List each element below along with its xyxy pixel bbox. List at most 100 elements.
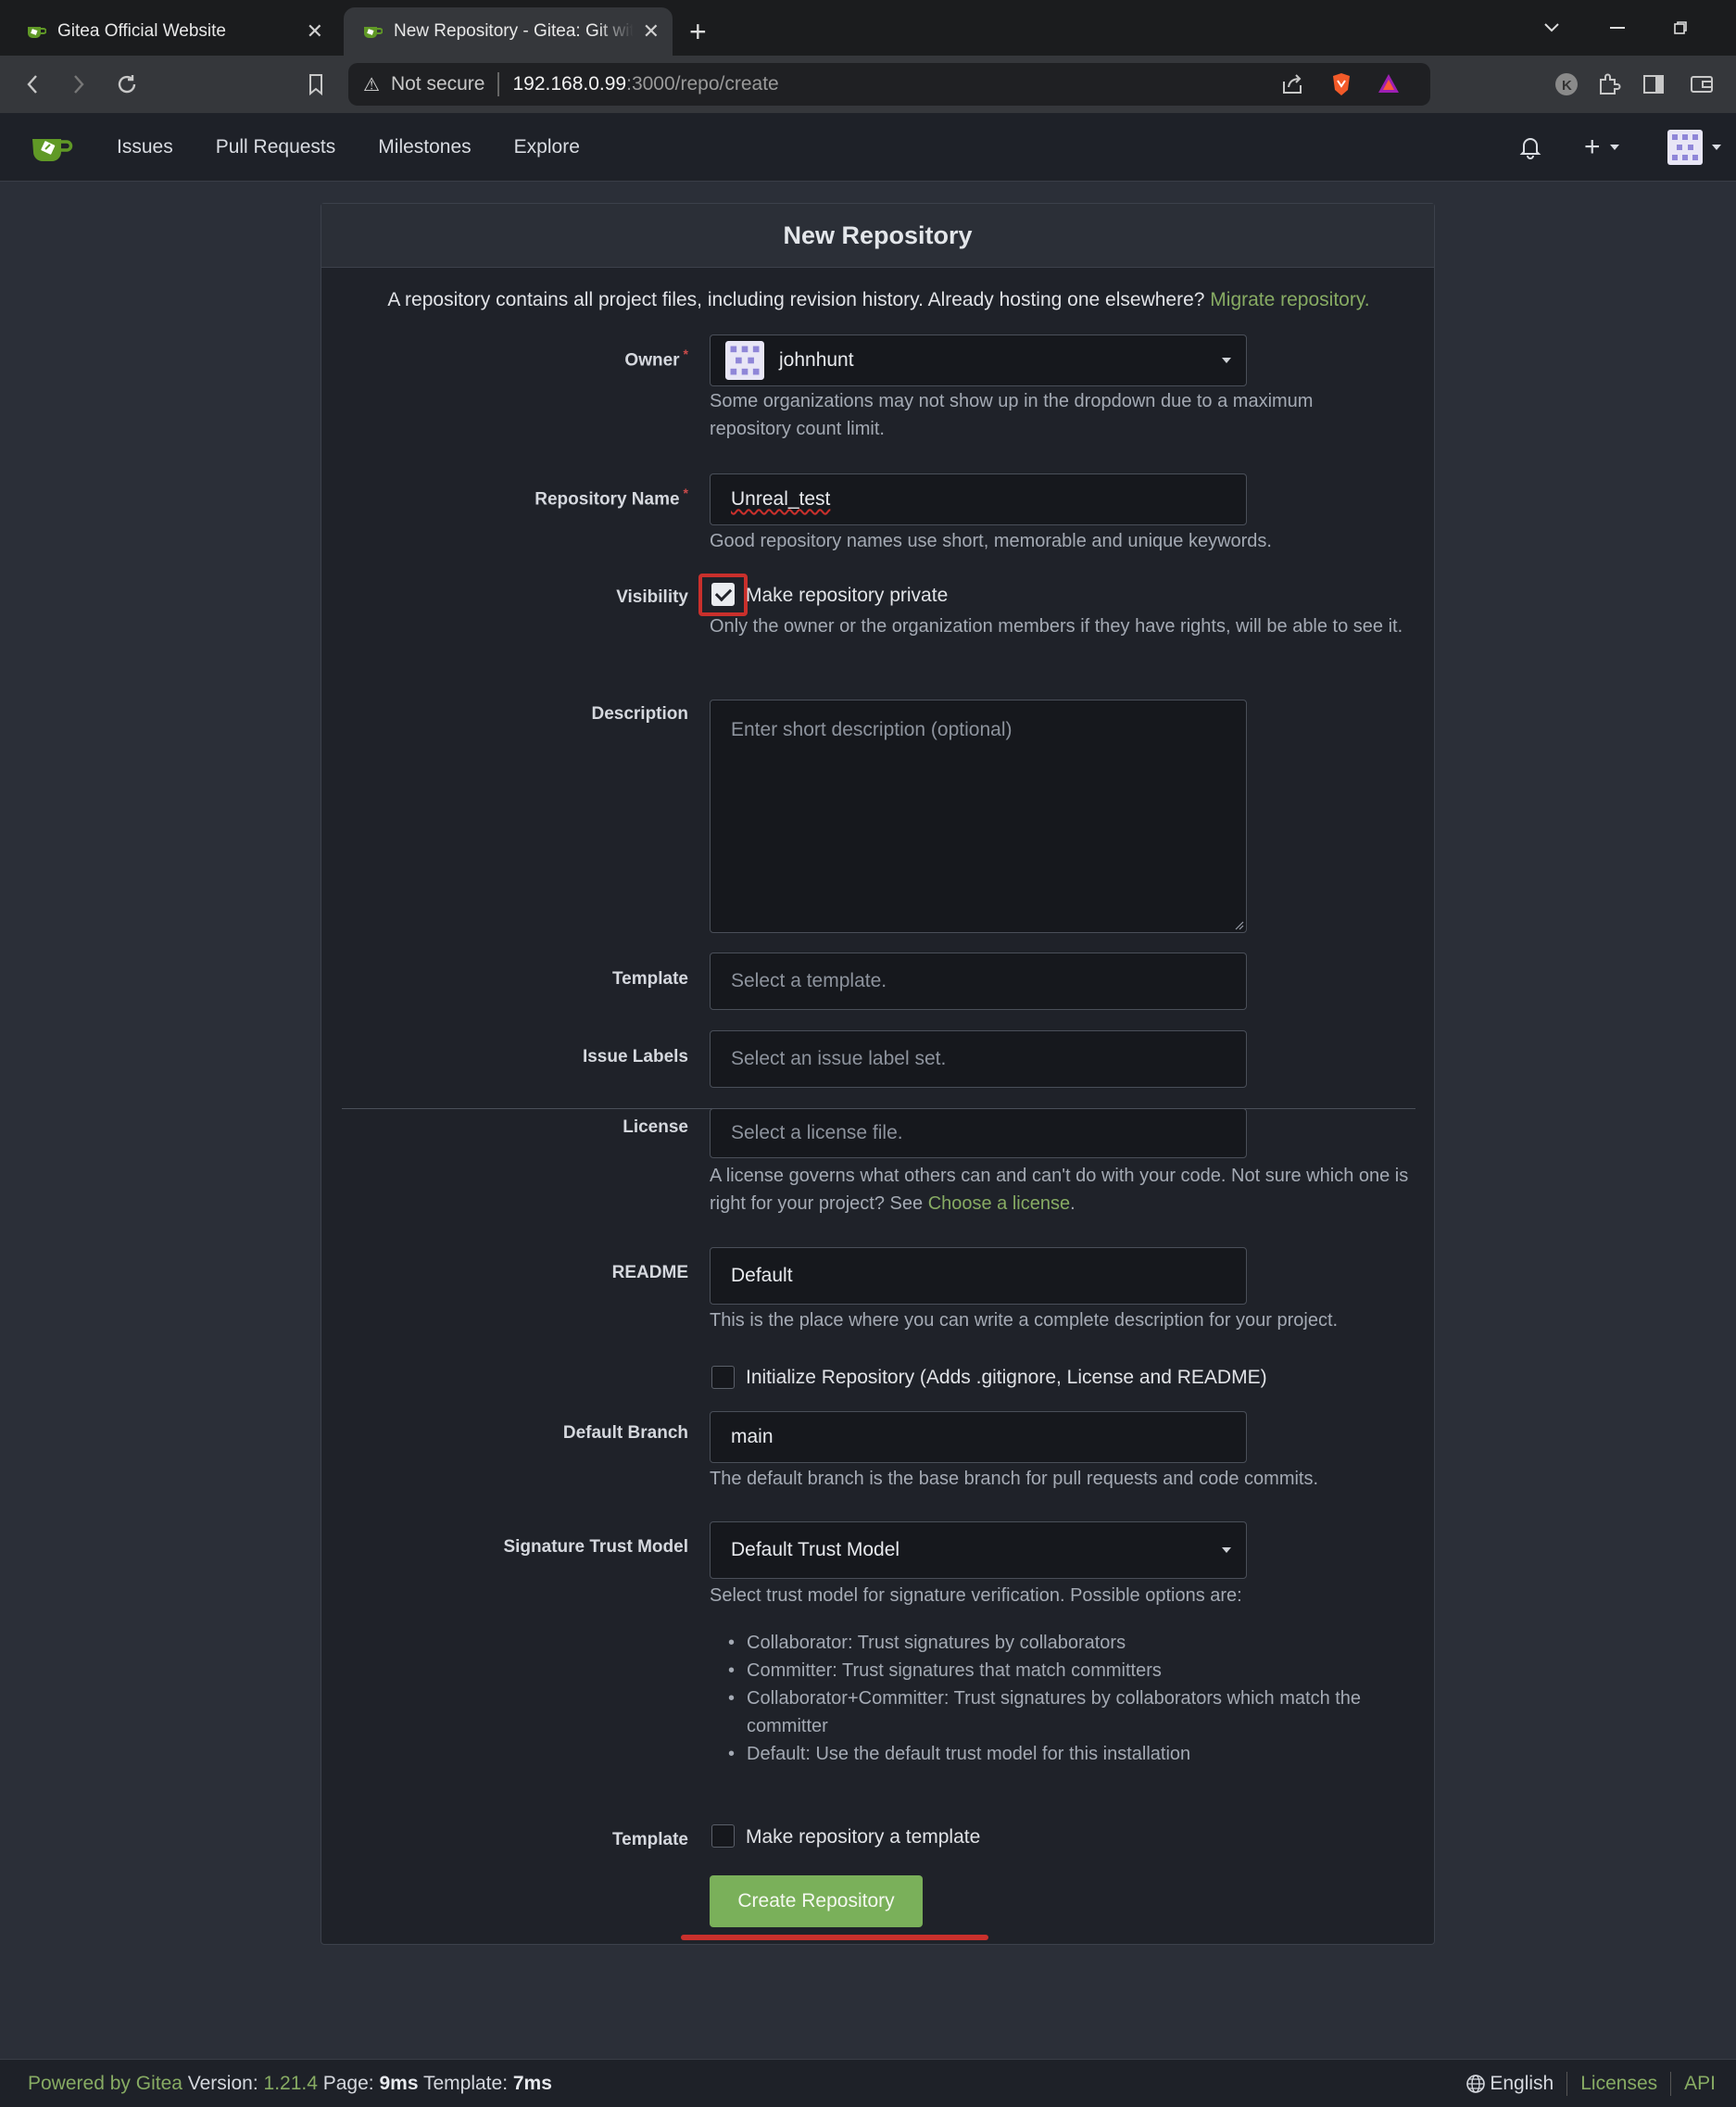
description-label: Description — [591, 704, 688, 724]
close-icon[interactable]: ✕ — [307, 19, 323, 44]
footer-links: English Licenses API — [1466, 2071, 1716, 2096]
repo-name-input[interactable]: Unreal_test — [710, 473, 1247, 525]
divider — [1566, 2071, 1568, 2096]
wallet-icon[interactable] — [1686, 56, 1717, 113]
avatar — [1667, 130, 1703, 165]
template-time: 7ms — [512, 2072, 552, 2094]
private-checkbox-label[interactable]: Make repository private — [746, 585, 948, 607]
minimize-icon[interactable] — [1610, 0, 1625, 56]
extensions-icon[interactable] — [1595, 56, 1623, 113]
readme-value: Default — [731, 1265, 793, 1286]
back-icon[interactable] — [19, 56, 46, 113]
divider — [1670, 2071, 1672, 2096]
gitea-logo-icon[interactable] — [30, 132, 74, 165]
top-navigation: Issues Pull Requests Milestones Explore — [117, 113, 623, 182]
init-repo-checkbox-label[interactable]: Initialize Repository (Adds .gitignore, … — [746, 1367, 1267, 1389]
make-template-checkbox[interactable] — [711, 1824, 735, 1848]
owner-label-text: Owner — [624, 350, 680, 371]
security-label[interactable]: Not secure — [391, 73, 485, 95]
license-help: A license governs what others can and ca… — [710, 1162, 1414, 1218]
page-time: 9ms — [379, 2072, 419, 2094]
language-selector[interactable]: English — [1490, 2073, 1554, 2095]
profile-k-icon[interactable]: K — [1553, 56, 1580, 113]
browser-tab-bar: Gitea Official Website ✕ New Repository … — [0, 0, 1736, 56]
version-link[interactable]: 1.21.4 — [264, 2073, 318, 2094]
default-branch-input[interactable]: main — [710, 1411, 1247, 1463]
licenses-link[interactable]: Licenses — [1580, 2073, 1657, 2095]
caret-down-icon — [1222, 1547, 1231, 1553]
template-dropdown[interactable]: Select a template. — [710, 953, 1247, 1010]
footer: Powered by Gitea Version: 1.21.4 Page: 9… — [0, 2059, 1736, 2107]
api-link[interactable]: API — [1684, 2073, 1716, 2095]
divider — [497, 72, 500, 96]
forward-icon[interactable] — [65, 56, 93, 113]
new-tab-button[interactable]: + — [689, 7, 707, 56]
gitea-favicon-icon — [28, 27, 46, 38]
owner-dropdown[interactable]: johnhunt — [710, 334, 1247, 386]
gitea-favicon-icon — [364, 27, 383, 38]
sidebar-icon[interactable] — [1640, 56, 1667, 113]
trust-model-options-list: Collaborator: Trust signatures by collab… — [728, 1629, 1414, 1768]
create-repository-button[interactable]: Create Repository — [710, 1875, 923, 1927]
trust-model-dropdown[interactable]: Default Trust Model — [710, 1521, 1247, 1579]
choose-license-link[interactable]: Choose a license — [928, 1193, 1070, 1214]
tab-title: New Repository - Gitea: Git with a cup o… — [394, 21, 634, 41]
repo-name-value: Unreal_test — [731, 488, 831, 510]
list-item: Default: Use the default trust model for… — [728, 1740, 1414, 1768]
owner-avatar — [725, 341, 764, 380]
template-label: Template — [611, 969, 688, 989]
list-item: Collaborator+Committer: Trust signatures… — [728, 1684, 1414, 1740]
warning-icon[interactable]: ⚠ — [363, 73, 380, 96]
repo-name-label-text: Repository Name — [535, 489, 680, 510]
intro-message: A repository contains all project files,… — [387, 289, 1211, 310]
license-label: License — [623, 1117, 688, 1137]
annotation-highlight — [698, 574, 748, 616]
readme-dropdown[interactable]: Default — [710, 1247, 1247, 1305]
description-textarea[interactable]: Enter short description (optional) — [710, 700, 1247, 933]
reload-icon[interactable] — [111, 56, 143, 113]
brave-shield-icon[interactable] — [1330, 71, 1352, 103]
make-template-checkbox-label[interactable]: Make repository a template — [746, 1826, 980, 1848]
nav-explore[interactable]: Explore — [514, 136, 580, 158]
license-help-end: . — [1070, 1193, 1076, 1214]
trust-model-label: Signature Trust Model — [503, 1537, 688, 1557]
template-time-label: Template: — [422, 2072, 509, 2094]
tab-search-chevron-icon[interactable] — [1543, 0, 1560, 56]
svg-text:K: K — [1562, 78, 1572, 94]
globe-icon[interactable] — [1466, 2074, 1486, 2094]
license-dropdown[interactable]: Select a license file. — [710, 1108, 1247, 1158]
brave-rewards-icon[interactable] — [1377, 72, 1401, 100]
bell-icon[interactable] — [1519, 113, 1541, 182]
owner-value: johnhunt — [779, 349, 854, 371]
owner-help: Some organizations may not show up in th… — [710, 391, 1314, 439]
url-host: 192.168.0.99 — [512, 73, 627, 95]
init-repo-checkbox[interactable] — [711, 1366, 735, 1389]
gitea-navbar: Issues Pull Requests Milestones Explore … — [0, 113, 1736, 182]
bookmark-icon[interactable] — [302, 56, 330, 113]
share-icon[interactable] — [1280, 72, 1304, 102]
template-placeholder: Select a template. — [731, 970, 887, 991]
chevron-down-icon — [1712, 145, 1721, 150]
repo-name-help: Good repository names use short, memorab… — [710, 531, 1272, 551]
url-path: :3000/repo/create — [626, 73, 779, 95]
close-icon[interactable]: ✕ — [643, 19, 660, 44]
address-bar[interactable]: ⚠ Not secure 192.168.0.99 :3000/repo/cre… — [348, 63, 1430, 106]
resize-handle-icon[interactable] — [1233, 919, 1244, 930]
default-branch-value: main — [731, 1426, 774, 1447]
license-placeholder: Select a license file. — [731, 1122, 903, 1143]
tab-gitea-official[interactable]: Gitea Official Website ✕ — [7, 7, 336, 56]
migrate-repository-link[interactable]: Migrate repository. — [1210, 289, 1369, 310]
list-item: Committer: Trust signatures that match c… — [728, 1657, 1414, 1684]
powered-by-link[interactable]: Powered by Gitea — [28, 2073, 182, 2094]
issue-labels-dropdown[interactable]: Select an issue label set. — [710, 1030, 1247, 1088]
owner-label: Owner * — [321, 347, 688, 371]
user-menu[interactable] — [1667, 113, 1721, 182]
create-new-menu[interactable]: + — [1584, 113, 1619, 182]
tab-new-repository[interactable]: New Repository - Gitea: Git with a cup o… — [344, 7, 673, 56]
restore-icon[interactable] — [1673, 0, 1688, 56]
list-item: Collaborator: Trust signatures by collab… — [728, 1629, 1414, 1657]
nav-issues[interactable]: Issues — [117, 136, 173, 158]
nav-milestones[interactable]: Milestones — [378, 136, 471, 158]
nav-pull-requests[interactable]: Pull Requests — [216, 136, 336, 158]
tab-title: Gitea Official Website — [57, 21, 226, 41]
